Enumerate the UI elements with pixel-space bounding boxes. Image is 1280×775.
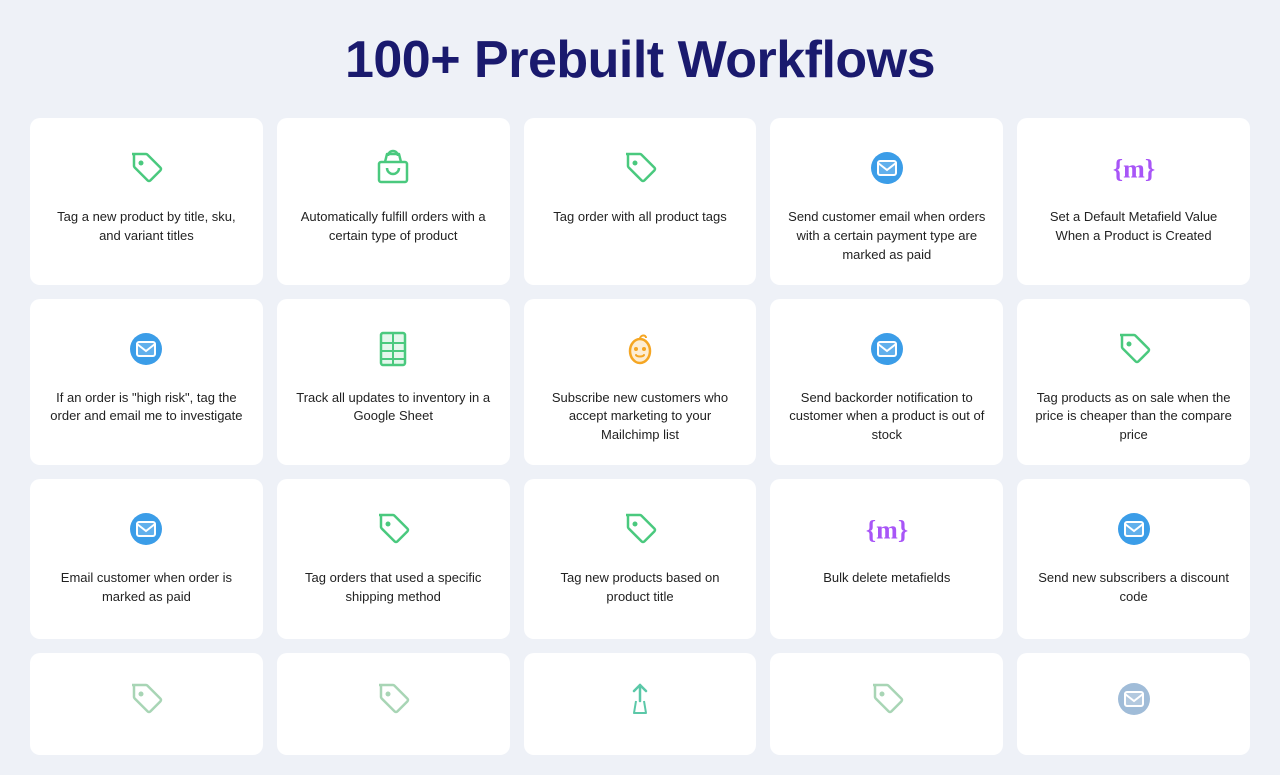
- card-text-email-order-paid: Email customer when order is marked as p…: [46, 569, 247, 607]
- google-sheet-icon: [367, 323, 419, 375]
- tag-icon: [614, 503, 666, 555]
- card-text-tag-on-sale: Tag products as on sale when the price i…: [1033, 389, 1234, 446]
- tag-icon-bottom: [861, 673, 913, 725]
- metafield-icon: {m}: [1108, 142, 1160, 194]
- card-text-tag-new-products-title: Tag new products based on product title: [540, 569, 741, 607]
- card-text-set-metafield: Set a Default Metafield Value When a Pro…: [1033, 208, 1234, 246]
- card-high-risk-order[interactable]: If an order is "high risk", tag the orde…: [30, 299, 263, 466]
- card-text-track-inventory-sheet: Track all updates to inventory in a Goog…: [293, 389, 494, 427]
- card-bottom-b2[interactable]: [277, 653, 510, 755]
- card-tag-on-sale[interactable]: Tag products as on sale when the price i…: [1017, 299, 1250, 466]
- email-icon: [861, 323, 913, 375]
- tag-icon-bottom: [367, 673, 419, 725]
- card-mailchimp-subscribe[interactable]: Subscribe new customers who accept marke…: [524, 299, 757, 466]
- page-title: 100+ Prebuilt Workflows: [30, 30, 1250, 90]
- card-bottom-b5[interactable]: [1017, 653, 1250, 755]
- email-icon: [1108, 503, 1160, 555]
- card-track-inventory-sheet[interactable]: Track all updates to inventory in a Goog…: [277, 299, 510, 466]
- card-text-mailchimp-subscribe: Subscribe new customers who accept marke…: [540, 389, 741, 446]
- tag-icon: [614, 142, 666, 194]
- card-tag-shipping-method[interactable]: Tag orders that used a specific shipping…: [277, 479, 510, 639]
- shopify-bag-icon: [367, 142, 419, 194]
- email-icon: [120, 323, 172, 375]
- card-text-tag-new-product: Tag a new product by title, sku, and var…: [46, 208, 247, 246]
- card-text-bulk-delete-metafields: Bulk delete metafields: [823, 569, 950, 588]
- page-container: 100+ Prebuilt Workflows Tag a new produc…: [0, 0, 1280, 775]
- card-email-order-paid[interactable]: Email customer when order is marked as p…: [30, 479, 263, 639]
- tag-icon: [1108, 323, 1160, 375]
- card-bottom-b4[interactable]: [770, 653, 1003, 755]
- card-text-tag-shipping-method: Tag orders that used a specific shipping…: [293, 569, 494, 607]
- card-auto-fulfill[interactable]: Automatically fulfill orders with a cert…: [277, 118, 510, 285]
- card-bottom-b1[interactable]: [30, 653, 263, 755]
- card-bottom-b3[interactable]: [524, 653, 757, 755]
- card-text-backorder-notification: Send backorder notification to customer …: [786, 389, 987, 446]
- svg-text:{m}: {m}: [1113, 154, 1155, 183]
- metafield-icon: {m}: [861, 503, 913, 555]
- workflow-grid: Tag a new product by title, sku, and var…: [30, 118, 1250, 639]
- mailchimp-icon: [614, 323, 666, 375]
- card-text-new-subscribers-discount: Send new subscribers a discount code: [1033, 569, 1234, 607]
- card-text-high-risk-order: If an order is "high risk", tag the orde…: [46, 389, 247, 427]
- card-tag-new-product[interactable]: Tag a new product by title, sku, and var…: [30, 118, 263, 285]
- card-text-email-payment-type: Send customer email when orders with a c…: [786, 208, 987, 265]
- email-icon: [861, 142, 913, 194]
- card-tag-order-product-tags[interactable]: Tag order with all product tags: [524, 118, 757, 285]
- card-tag-new-products-title[interactable]: Tag new products based on product title: [524, 479, 757, 639]
- card-text-auto-fulfill: Automatically fulfill orders with a cert…: [293, 208, 494, 246]
- card-backorder-notification[interactable]: Send backorder notification to customer …: [770, 299, 1003, 466]
- bottom-row: [30, 653, 1250, 755]
- tag-icon-bottom: [120, 673, 172, 725]
- tag-icon: [120, 142, 172, 194]
- email-icon: [120, 503, 172, 555]
- card-set-metafield[interactable]: {m} Set a Default Metafield Value When a…: [1017, 118, 1250, 285]
- svg-text:{m}: {m}: [866, 516, 908, 545]
- tag-icon: [367, 503, 419, 555]
- touch-icon-bottom: [614, 673, 666, 725]
- card-email-payment-type[interactable]: Send customer email when orders with a c…: [770, 118, 1003, 285]
- card-text-tag-order-product-tags: Tag order with all product tags: [553, 208, 726, 227]
- email-icon-bottom: [1108, 673, 1160, 725]
- card-new-subscribers-discount[interactable]: Send new subscribers a discount code: [1017, 479, 1250, 639]
- card-bulk-delete-metafields[interactable]: {m} Bulk delete metafields: [770, 479, 1003, 639]
